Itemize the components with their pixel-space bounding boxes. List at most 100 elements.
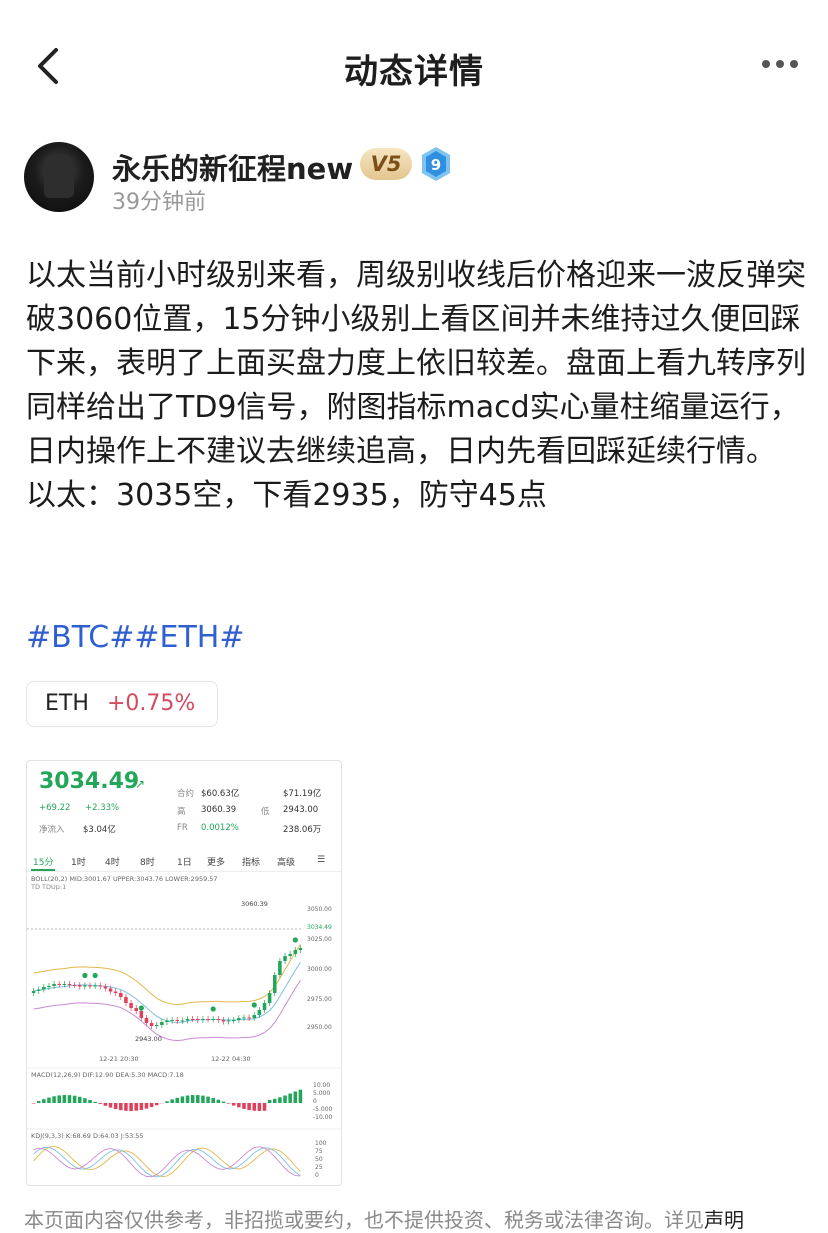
candle-body bbox=[114, 992, 118, 994]
price-axis-label: 2950.00 bbox=[307, 1024, 332, 1031]
candle-body bbox=[222, 1020, 226, 1022]
candle-body bbox=[201, 1019, 205, 1020]
candle-body bbox=[155, 1025, 159, 1026]
price-axis-label: 3025.00 bbox=[307, 936, 332, 943]
candle-body bbox=[109, 989, 113, 992]
macd-bar bbox=[263, 1103, 267, 1111]
macd-bar bbox=[294, 1092, 298, 1103]
candle-body bbox=[57, 984, 61, 985]
candle-body bbox=[170, 1020, 174, 1021]
shot-tab: 15分 bbox=[33, 855, 53, 868]
macd-axis-label: -5.000 bbox=[313, 1106, 333, 1113]
author-row[interactable]: 永乐的新征程new V5 9 39分钟前 bbox=[24, 142, 804, 218]
arrow-up-right-icon: ↗ bbox=[135, 777, 145, 791]
macd-bar bbox=[134, 1103, 138, 1111]
macd-bar bbox=[119, 1103, 123, 1110]
td-signal-marker bbox=[93, 973, 98, 978]
macd-axis-label: 5.000 bbox=[313, 1090, 330, 1097]
shot-tab: 更多 bbox=[207, 855, 225, 868]
shot-stat-value: 0.0012% bbox=[201, 823, 239, 833]
candle-body bbox=[104, 987, 108, 989]
author-name[interactable]: 永乐的新征程new bbox=[112, 146, 353, 188]
td-signal-marker bbox=[293, 937, 298, 942]
kdj-axis-label: 100 bbox=[315, 1140, 327, 1147]
candle-body bbox=[206, 1019, 210, 1020]
macd-bar bbox=[145, 1103, 149, 1109]
macd-axis-label: -10.00 bbox=[313, 1114, 333, 1121]
more-dots-icon[interactable] bbox=[760, 56, 800, 72]
hashtags[interactable]: #BTC##ETH# bbox=[26, 620, 244, 655]
macd-bar bbox=[288, 1094, 292, 1103]
candle-body bbox=[129, 1003, 133, 1008]
price-axis-label: 3000.00 bbox=[307, 966, 332, 973]
candle-body bbox=[247, 1018, 251, 1019]
candle-body bbox=[268, 993, 272, 1003]
candle-body bbox=[252, 1015, 256, 1018]
candle-body bbox=[145, 1018, 149, 1023]
candle-body bbox=[181, 1021, 185, 1022]
macd-bar bbox=[47, 1098, 51, 1103]
time-label: 12-21 20:30 bbox=[99, 1055, 139, 1063]
candle-body bbox=[227, 1021, 231, 1022]
candle-body bbox=[273, 975, 277, 993]
shot-stat-value: 3060.39 bbox=[201, 805, 236, 815]
low-label: 2943.00 bbox=[135, 1035, 162, 1043]
page-title: 动态详情 bbox=[0, 44, 828, 93]
candle-body bbox=[191, 1019, 195, 1020]
shot-stat-value: 238.06万 bbox=[283, 823, 321, 835]
candle-body bbox=[42, 987, 46, 990]
candle-body bbox=[150, 1023, 154, 1026]
macd-bar bbox=[237, 1103, 241, 1107]
settings-icon: ☰ bbox=[317, 855, 325, 865]
td-line: TD TDUp:1 bbox=[30, 883, 66, 891]
macd-bar bbox=[273, 1099, 277, 1103]
price-axis-label: 3034.49 bbox=[307, 924, 332, 931]
candle-body bbox=[99, 986, 103, 987]
candle-body bbox=[283, 956, 287, 961]
macd-bar bbox=[93, 1102, 97, 1103]
disclaimer-text: 本页面内容仅供参考，非招揽或要约，也不提供投资、税务或法律咨询。详见 bbox=[24, 1208, 704, 1232]
td-signal-marker bbox=[252, 1002, 257, 1007]
macd-bar bbox=[73, 1096, 77, 1103]
macd-bar bbox=[186, 1095, 190, 1103]
macd-bar bbox=[211, 1098, 215, 1103]
shot-net-inflow-label: 净流入 bbox=[39, 823, 65, 835]
macd-axis-label: 0 bbox=[313, 1098, 317, 1105]
macd-bar bbox=[129, 1103, 133, 1111]
macd-bar bbox=[140, 1103, 144, 1110]
candle-body bbox=[52, 984, 56, 986]
macd-bar bbox=[242, 1103, 246, 1109]
price-axis-label: 3050.00 bbox=[307, 906, 332, 913]
candle-body bbox=[217, 1019, 221, 1020]
macd-bar bbox=[258, 1103, 262, 1111]
candle-body bbox=[124, 997, 128, 1003]
macd-bar bbox=[78, 1097, 82, 1103]
macd-bar bbox=[222, 1102, 226, 1103]
shot-stat-label: 合约 bbox=[177, 787, 194, 799]
disclaimer: 本页面内容仅供参考，非招揽或要约，也不提供投资、税务或法律咨询。详见声明 bbox=[24, 1204, 744, 1233]
candle-body bbox=[288, 954, 292, 956]
level-number: 9 bbox=[431, 156, 441, 174]
macd-bar bbox=[32, 1103, 36, 1104]
avatar[interactable] bbox=[24, 142, 94, 212]
coin-change: +0.75% bbox=[107, 691, 195, 716]
candle-body bbox=[68, 984, 72, 985]
candle-body bbox=[211, 1019, 215, 1020]
macd-bar bbox=[247, 1103, 251, 1110]
macd-bar bbox=[165, 1101, 169, 1103]
coin-chip[interactable]: ETH +0.75% bbox=[26, 681, 218, 727]
chart-screenshot-image[interactable]: 3034.49 ↗ +69.22 +2.33% 净流入 $3.04亿 合约 $6… bbox=[26, 760, 342, 1186]
candle-body bbox=[237, 1018, 241, 1020]
top-bar: 动态详情 bbox=[0, 0, 828, 130]
macd-bar bbox=[150, 1103, 154, 1107]
macd-bar bbox=[206, 1097, 210, 1103]
candle-body bbox=[63, 984, 67, 985]
post-paragraph: 以太当前小时级别来看，周级别收线后价格迎来一波反弹突破3060位置，15分钟小级… bbox=[26, 254, 806, 474]
disclaimer-link[interactable]: 声明 bbox=[704, 1208, 744, 1232]
macd-bar bbox=[83, 1098, 87, 1103]
candle-body bbox=[186, 1019, 190, 1021]
macd-line: MACD(12,26,9) DIF:12.90 DEA:5.30 MACD:7.… bbox=[31, 1071, 184, 1079]
shot-stat-label: FR bbox=[177, 823, 188, 833]
macd-bar bbox=[232, 1103, 236, 1106]
candle-body bbox=[37, 990, 41, 992]
